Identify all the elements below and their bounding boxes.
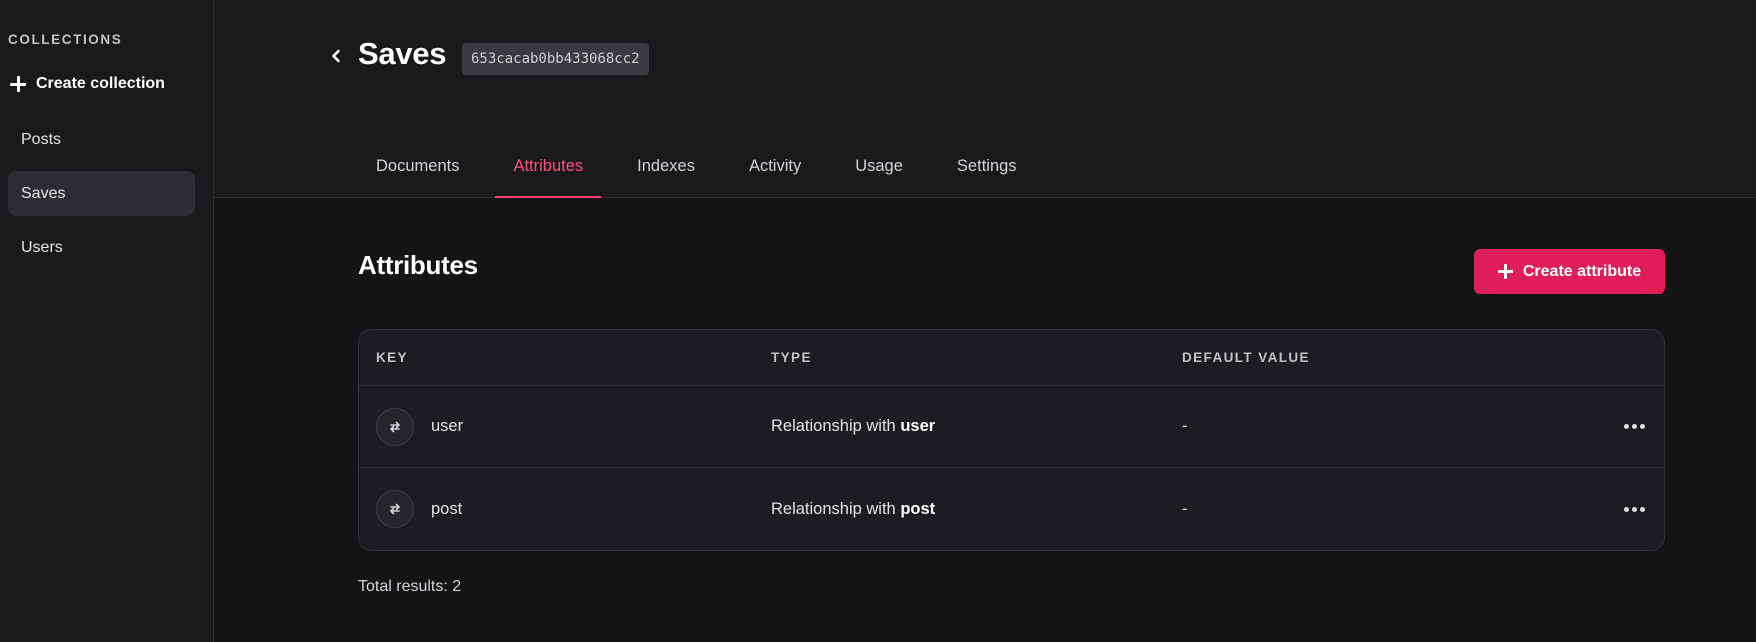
table-row[interactable]: user Relationship with user - <box>359 386 1664 468</box>
default-cell: - <box>1182 499 1188 518</box>
more-dots-icon <box>1631 424 1637 429</box>
create-attribute-label: Create attribute <box>1522 262 1642 280</box>
main-content: Saves 653cacab0bb433068cc2 Documents Att… <box>214 0 1756 642</box>
more-dots-icon <box>1623 506 1629 512</box>
relationship-icon <box>376 407 414 446</box>
sidebar-item-label: Saves <box>21 184 66 202</box>
type-cell: Relationship with post <box>771 500 1182 519</box>
create-collection-label: Create collection <box>36 75 165 92</box>
type-target: user <box>900 417 936 435</box>
more-dots-icon <box>1623 424 1629 429</box>
column-header-key: KEY <box>376 350 408 365</box>
sidebar-item-label: Users <box>21 238 63 256</box>
page-header: Saves 653cacab0bb433068cc2 Documents Att… <box>214 0 1756 198</box>
more-dots-icon <box>1639 424 1645 429</box>
default-cell: - <box>1182 417 1188 435</box>
create-collection-button[interactable]: Create collection <box>0 67 213 101</box>
type-target: post <box>900 499 936 518</box>
tab-settings[interactable]: Settings <box>939 137 1035 197</box>
chevron-left-icon <box>332 49 340 63</box>
app-root: COLLECTIONS Create collection Posts Save… <box>0 0 1756 642</box>
key-cell: user <box>359 407 771 446</box>
table-row[interactable]: post Relationship with post - <box>359 468 1664 550</box>
plus-icon <box>1497 264 1513 279</box>
attributes-table: KEY TYPE DEFAULT VALUE user Relationship… <box>358 329 1665 551</box>
section-title: Attributes <box>358 250 478 280</box>
more-dots-icon <box>1631 506 1637 512</box>
column-header-default: DEFAULT VALUE <box>1182 350 1310 365</box>
type-prefix: Relationship with <box>771 499 901 518</box>
column-header-type: TYPE <box>771 350 812 365</box>
key-cell: post <box>359 490 771 528</box>
page-title: Saves <box>358 36 447 71</box>
more-options-button[interactable] <box>1614 412 1654 442</box>
create-attribute-button[interactable]: Create attribute <box>1474 249 1665 294</box>
tab-documents[interactable]: Documents <box>358 137 477 197</box>
tab-indexes[interactable]: Indexes <box>619 137 713 197</box>
back-button[interactable] <box>328 46 344 66</box>
attribute-key: post <box>431 499 463 518</box>
tab-attributes[interactable]: Attributes <box>495 137 601 198</box>
tab-activity[interactable]: Activity <box>731 137 819 197</box>
type-cell: Relationship with user <box>771 417 1182 436</box>
table-header: KEY TYPE DEFAULT VALUE <box>359 330 1664 386</box>
sidebar-item-users[interactable]: Users <box>8 225 195 270</box>
sidebar-item-label: Posts <box>21 130 62 148</box>
more-dots-icon <box>1639 506 1645 512</box>
relationship-icon <box>376 490 414 528</box>
tab-usage[interactable]: Usage <box>837 137 921 197</box>
sidebar-item-saves[interactable]: Saves <box>8 171 195 216</box>
sidebar: COLLECTIONS Create collection Posts Save… <box>0 0 214 642</box>
type-prefix: Relationship with <box>771 417 901 435</box>
tab-bar: Documents Attributes Indexes Activity Us… <box>358 137 1053 198</box>
sidebar-heading: COLLECTIONS <box>8 32 123 47</box>
total-results: Total results: 2 <box>358 578 462 595</box>
attribute-key: user <box>431 417 464 435</box>
plus-icon <box>10 76 26 92</box>
more-options-button[interactable] <box>1614 494 1654 524</box>
collection-id-badge[interactable]: 653cacab0bb433068cc2 <box>462 43 649 75</box>
sidebar-item-posts[interactable]: Posts <box>8 117 195 162</box>
